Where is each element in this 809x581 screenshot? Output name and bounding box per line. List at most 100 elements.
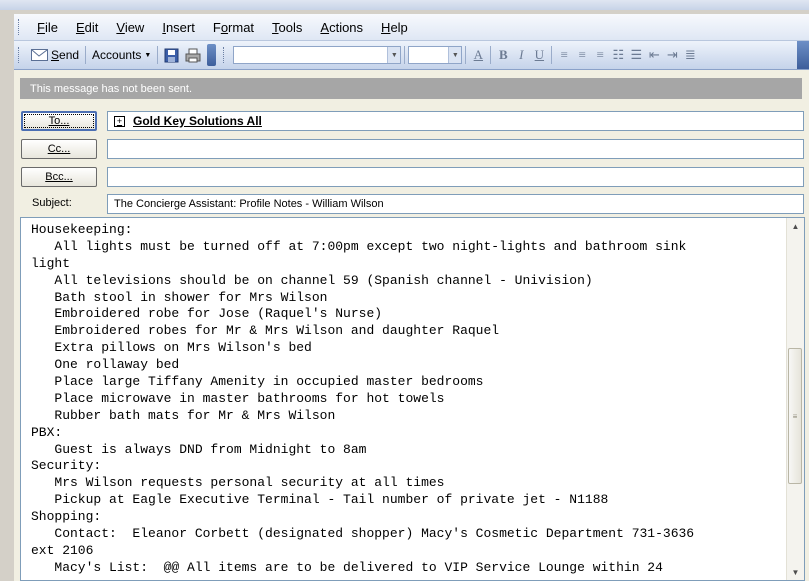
toolbar-separator — [404, 46, 406, 64]
subject-label: Subject: — [32, 197, 72, 209]
more-format-icon[interactable]: ≣ — [681, 46, 699, 64]
menu-label-post: ctions — [329, 19, 364, 35]
cc-button[interactable]: Cc... — [21, 139, 97, 159]
menu-bar: File Edit View Insert Format Tools Actions Help — [14, 14, 809, 41]
menu-label-accel: F — [37, 19, 45, 35]
menu-label-post: ile — [44, 19, 58, 35]
style-dropdown[interactable]: ▼ — [233, 46, 402, 64]
bcc-field[interactable] — [107, 167, 804, 187]
message-compose-area: This message has not been sent. To... + … — [14, 70, 809, 581]
bullets-icon[interactable]: ☰ — [627, 46, 645, 64]
subject-field[interactable]: The Concierge Assistant: Profile Notes -… — [107, 194, 804, 214]
scroll-down-icon[interactable]: ▼ — [787, 564, 804, 580]
menu-item[interactable]: Help — [372, 20, 417, 35]
message-body-text[interactable]: Housekeeping: All lights must be turned … — [31, 222, 771, 577]
align-left-icon[interactable]: ≡ — [555, 46, 573, 64]
accounts-button[interactable]: Accounts ▼ — [89, 45, 154, 65]
body-line: All lights must be turned off at 7:00pm … — [31, 238, 687, 254]
menu-item[interactable]: Insert — [153, 20, 204, 35]
cc-field[interactable] — [107, 139, 804, 159]
toolbar: Send Accounts ▼ ▼ ▼ A B I U ≡ ≡ ≡ ☷ ☰ ⇤ … — [14, 41, 809, 70]
toolbar-separator — [85, 46, 87, 64]
menu-label-post: elp — [390, 19, 408, 35]
chevron-down-icon: ▼ — [387, 47, 401, 63]
menu-item[interactable]: Tools — [263, 20, 311, 35]
to-button-label: To... — [48, 115, 70, 127]
menubar-grip[interactable] — [18, 19, 22, 35]
send-label-accel: S — [51, 48, 60, 62]
bcc-button[interactable]: Bcc... — [21, 167, 97, 187]
numbering-icon[interactable]: ☷ — [609, 46, 627, 64]
to-recipient-name: Gold Key Solutions All — [133, 114, 262, 128]
menu-item[interactable]: File — [28, 20, 67, 35]
body-line: Embroidered robe for Jose (Raquel's Nurs… — [31, 306, 383, 322]
chevron-down-icon: ▼ — [144, 51, 152, 59]
menu-label-post: nsert — [165, 19, 195, 35]
vertical-scrollbar[interactable]: ▲ ≡ ▼ — [786, 218, 804, 580]
font-size-dropdown[interactable]: ▼ — [408, 46, 463, 64]
menu-items: File Edit View Insert Format Tools Actions Help — [28, 20, 417, 35]
format-toolbar-grip[interactable] — [223, 47, 227, 63]
send-icon — [31, 49, 48, 61]
body-line: Security: — [31, 458, 102, 474]
bold-icon[interactable]: B — [494, 46, 512, 64]
menu-label-pre: F — [212, 19, 221, 35]
toolbar-grip[interactable] — [18, 47, 22, 63]
send-label: end — [59, 48, 80, 62]
to-field[interactable]: + Gold Key Solutions All — [107, 111, 804, 131]
font-color-icon[interactable]: A — [469, 46, 487, 64]
toolbar-separator — [157, 46, 159, 64]
menu-label-post: dit — [84, 19, 99, 35]
body-line: Shopping: — [31, 509, 102, 525]
menu-item[interactable]: Actions — [311, 20, 372, 35]
decrease-indent-icon[interactable]: ⇤ — [645, 46, 663, 64]
toolbar-overflow-chevron[interactable] — [207, 44, 217, 66]
menu-label-accel: o — [220, 19, 229, 35]
chevron-down-icon: ▼ — [448, 47, 462, 63]
to-recipient[interactable]: + Gold Key Solutions All — [114, 114, 262, 128]
body-line: light — [31, 255, 71, 271]
body-line: ext 2106 — [31, 542, 94, 558]
body-line: One rollaway bed — [31, 357, 180, 373]
message-body[interactable]: Housekeeping: All lights must be turned … — [20, 217, 805, 581]
body-line: Pickup at Eagle Executive Terminal - Tai… — [31, 492, 609, 508]
toolbar-separator — [551, 46, 553, 64]
expand-icon[interactable]: + — [114, 115, 125, 127]
window-title-strip — [0, 0, 809, 10]
to-button[interactable]: To... — [21, 111, 97, 131]
menu-label-post: iew — [124, 19, 145, 35]
body-line: Place microwave in master bathrooms for … — [31, 390, 445, 406]
print-button[interactable] — [182, 45, 204, 65]
bcc-button-label: Bcc... — [45, 171, 73, 183]
menu-label-post: ools — [278, 19, 303, 35]
body-line: Contact: Eleanor Corbett (designated sho… — [31, 526, 695, 542]
align-center-icon[interactable]: ≡ — [573, 46, 591, 64]
body-line: PBX: — [31, 424, 63, 440]
body-line: Extra pillows on Mrs Wilson's bed — [31, 340, 312, 356]
toolbar-separator — [465, 46, 467, 64]
body-line: Housekeeping: — [31, 222, 133, 237]
body-line: Embroidered robes for Mr & Mrs Wilson an… — [31, 323, 500, 339]
toolbar-separator — [490, 46, 492, 64]
menu-item[interactable]: Format — [204, 20, 263, 35]
increase-indent-icon[interactable]: ⇥ — [663, 46, 681, 64]
menu-label-accel: V — [116, 19, 125, 35]
save-icon — [164, 48, 179, 62]
save-button[interactable] — [161, 45, 182, 65]
align-right-icon[interactable]: ≡ — [591, 46, 609, 64]
body-line: Guest is always DND from Midnight to 8am — [31, 441, 367, 457]
menu-label-accel: A — [320, 19, 330, 35]
menu-item[interactable]: View — [107, 20, 153, 35]
menu-item[interactable]: Edit — [67, 20, 107, 35]
body-line: Place large Tiffany Amenity in occupied … — [31, 374, 484, 390]
underline-icon[interactable]: U — [530, 46, 548, 64]
toolbar-options-chevron[interactable] — [797, 41, 809, 69]
italic-icon[interactable]: I — [512, 46, 530, 64]
body-line: Macy's List: @@ All items are to be deli… — [31, 559, 663, 575]
scrollbar-thumb[interactable]: ≡ — [788, 348, 802, 484]
subject-value: The Concierge Assistant: Profile Notes -… — [114, 198, 384, 210]
scroll-up-icon[interactable]: ▲ — [787, 218, 804, 234]
info-bar: This message has not been sent. — [20, 78, 802, 99]
menu-label-accel: E — [75, 19, 85, 35]
send-button[interactable]: Send — [28, 45, 82, 65]
